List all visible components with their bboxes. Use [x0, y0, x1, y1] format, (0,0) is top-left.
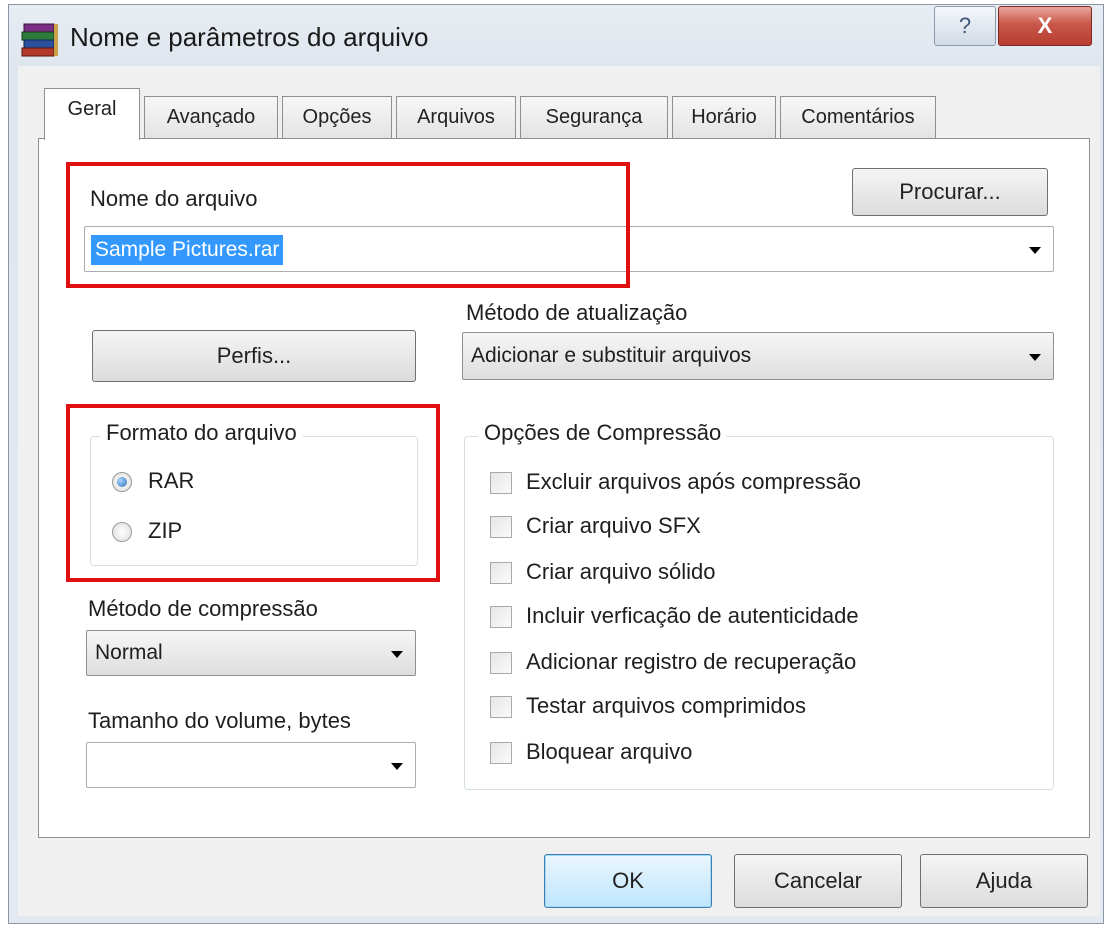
- checkbox-solid-archive-label[interactable]: Criar arquivo sólido: [526, 559, 716, 585]
- help-footer-button[interactable]: Ajuda: [920, 854, 1088, 908]
- checkbox-recovery-record-label[interactable]: Adicionar registro de recuperação: [526, 649, 856, 675]
- tab-avancado[interactable]: Avançado: [144, 96, 278, 138]
- compression-method-label: Método de compressão: [88, 596, 318, 621]
- chevron-down-icon: [1029, 354, 1041, 361]
- tab-opcoes[interactable]: Opções: [282, 96, 392, 138]
- checkbox-test-files[interactable]: [490, 696, 512, 718]
- tab-seguranca[interactable]: Segurança: [520, 96, 668, 138]
- winrar-icon: [18, 20, 62, 62]
- chevron-down-icon[interactable]: [1029, 247, 1041, 254]
- volume-size-label: Tamanho do volume, bytes: [88, 708, 351, 733]
- tab-horario[interactable]: Horário: [672, 96, 776, 138]
- highlight-filename: [66, 162, 630, 288]
- checkbox-test-files-label[interactable]: Testar arquivos comprimidos: [526, 693, 806, 719]
- checkbox-authenticity[interactable]: [490, 606, 512, 628]
- cancel-button[interactable]: Cancelar: [734, 854, 902, 908]
- volume-size-combo[interactable]: [86, 742, 416, 788]
- tab-comentarios[interactable]: Comentários: [780, 96, 936, 138]
- help-icon: ?: [958, 13, 972, 38]
- compression-method-select[interactable]: Normal: [86, 630, 416, 676]
- checkbox-lock-archive[interactable]: [490, 742, 512, 764]
- checkbox-create-sfx[interactable]: [490, 516, 512, 538]
- checkbox-solid-archive[interactable]: [490, 562, 512, 584]
- update-method-value: Adicionar e substituir arquivos: [471, 344, 752, 367]
- window-title: Nome e parâmetros do arquivo: [70, 22, 429, 52]
- chevron-down-icon[interactable]: [391, 763, 403, 770]
- help-button[interactable]: ?: [934, 6, 996, 46]
- tab-geral[interactable]: Geral: [44, 88, 140, 140]
- highlight-format: [66, 404, 440, 582]
- tab-arquivos[interactable]: Arquivos: [396, 96, 516, 138]
- checkbox-delete-files[interactable]: [490, 472, 512, 494]
- ok-button[interactable]: OK: [544, 854, 712, 908]
- profiles-button[interactable]: Perfis...: [92, 330, 416, 382]
- checkbox-lock-archive-label[interactable]: Bloquear arquivo: [526, 739, 692, 765]
- close-icon: X: [1037, 13, 1053, 38]
- checkbox-create-sfx-label[interactable]: Criar arquivo SFX: [526, 513, 701, 539]
- checkbox-authenticity-label[interactable]: Incluir verficação de autenticidade: [526, 603, 859, 629]
- checkbox-recovery-record[interactable]: [490, 652, 512, 674]
- compression-method-value: Normal: [95, 641, 163, 664]
- close-button[interactable]: X: [998, 6, 1092, 46]
- chevron-down-icon: [391, 651, 403, 658]
- update-method-label: Método de atualização: [466, 300, 688, 325]
- compression-options-label: Opções de Compressão: [478, 420, 728, 446]
- update-method-select[interactable]: Adicionar e substituir arquivos: [462, 332, 1054, 380]
- checkbox-delete-files-label[interactable]: Excluir arquivos após compressão: [526, 469, 861, 495]
- browse-button[interactable]: Procurar...: [852, 168, 1048, 216]
